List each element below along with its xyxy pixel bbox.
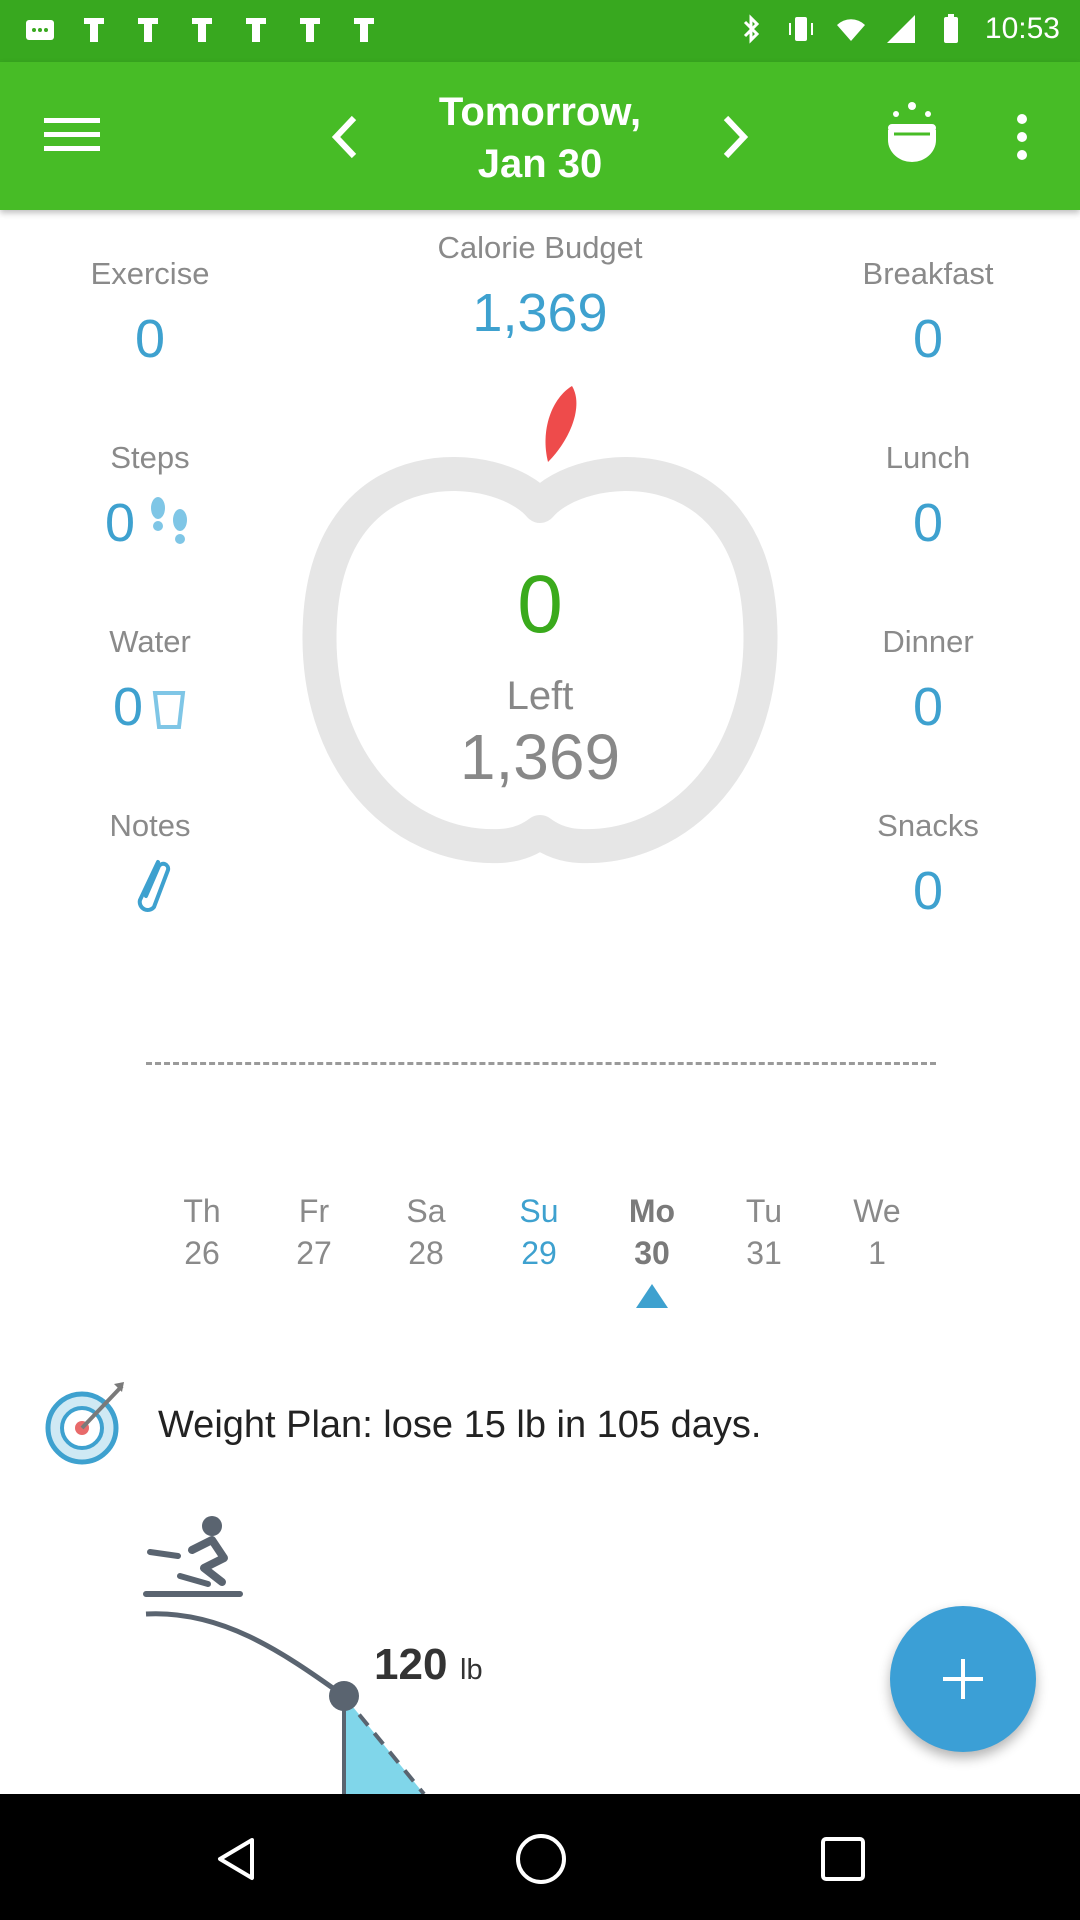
vibrate-icon: [788, 17, 813, 41]
calorie-budget-value: 1,369: [472, 283, 608, 343]
breakfast-label: Breakfast: [862, 256, 994, 291]
day-date: 26: [184, 1235, 220, 1271]
day-date: 27: [296, 1235, 332, 1271]
divider: [146, 1062, 936, 1065]
selected-day-marker-icon: [636, 1284, 668, 1308]
more-vert-icon[interactable]: [1010, 112, 1034, 162]
day-name: Mo: [628, 1193, 676, 1229]
day-name: Fr: [298, 1193, 330, 1229]
day-item-today[interactable]: Su 29: [494, 1190, 584, 1274]
recents-icon[interactable]: [818, 1834, 868, 1884]
wifi-icon: [836, 19, 865, 41]
paperclip-icon: [137, 860, 171, 912]
day-date: 31: [746, 1235, 782, 1271]
steps-value: 0: [104, 493, 136, 553]
breakfast-value: 0: [912, 309, 944, 369]
water-label: Water: [109, 624, 191, 659]
notification-icon: [192, 18, 212, 42]
status-time: 10:53: [984, 12, 1060, 45]
bluetooth-icon: [743, 14, 760, 44]
day-item[interactable]: Fr 27: [269, 1190, 359, 1274]
day-name: Su: [519, 1193, 559, 1229]
day-date: 30: [634, 1235, 670, 1271]
day-name: We: [853, 1193, 901, 1229]
day-date: 1: [868, 1235, 886, 1271]
snacks-label: Snacks: [877, 808, 979, 843]
day-item[interactable]: We 1: [832, 1190, 922, 1274]
water-value: 0: [112, 677, 144, 737]
day-item[interactable]: Th 26: [157, 1190, 247, 1274]
dinner-value: 0: [912, 677, 944, 737]
day-name: Tu: [745, 1193, 783, 1229]
water-glass-icon: [152, 691, 186, 729]
battery-icon: [943, 14, 958, 43]
status-bar: 10:53: [0, 0, 1080, 62]
current-weight-value: 120: [374, 1640, 448, 1689]
left-label: Left: [506, 674, 574, 718]
apple-stem-icon: [545, 386, 577, 462]
notification-icon: [300, 18, 320, 42]
weight-plan-text[interactable]: Weight Plan: lose 15 lb in 105 days.: [158, 1404, 761, 1447]
exercise-label: Exercise: [90, 256, 210, 291]
back-icon[interactable]: [212, 1834, 262, 1884]
target-icon: [45, 1382, 124, 1465]
notification-icon: [246, 18, 266, 42]
plus-icon: [943, 1659, 983, 1699]
calories-left-value: 1,369: [459, 721, 621, 793]
date-title[interactable]: Tomorrow, Jan 30: [360, 86, 720, 190]
current-weight-unit: lb: [460, 1654, 483, 1686]
system-navigation-bar: [0, 1794, 1080, 1920]
day-name: Sa: [406, 1193, 446, 1229]
notification-icon: [354, 18, 374, 42]
lunch-value: 0: [912, 493, 944, 553]
exercise-value: 0: [134, 309, 166, 369]
day-item[interactable]: Sa 28: [381, 1190, 471, 1274]
date-title-line2: Jan 30: [477, 142, 603, 186]
day-name: Th: [183, 1193, 221, 1229]
signal-icon: [886, 15, 915, 43]
menu-icon[interactable]: [44, 112, 100, 158]
add-entry-button[interactable]: [890, 1606, 1036, 1752]
notification-icon: [84, 18, 104, 42]
day-item[interactable]: Tu 31: [719, 1190, 809, 1274]
chevron-right-icon[interactable]: [718, 112, 754, 162]
calories-consumed-value: 0: [517, 559, 563, 650]
lunch-label: Lunch: [885, 440, 971, 475]
app-bar: Tomorrow, Jan 30: [0, 62, 1080, 210]
steps-label: Steps: [110, 440, 190, 475]
snacks-value: 0: [912, 861, 944, 921]
premium-icon[interactable]: [880, 98, 944, 170]
message-icon: [26, 20, 54, 40]
day-item-selected[interactable]: Mo 30: [607, 1190, 697, 1274]
notification-icon: [138, 18, 158, 42]
day-date: 28: [408, 1235, 444, 1271]
calorie-budget-label: Calorie Budget: [437, 230, 643, 265]
home-icon[interactable]: [514, 1832, 568, 1886]
day-date: 29: [521, 1235, 557, 1271]
date-title-line1: Tomorrow,: [438, 90, 642, 134]
chevron-left-icon[interactable]: [326, 112, 362, 162]
footsteps-icon: [151, 497, 187, 544]
skier-icon: [143, 1516, 243, 1597]
dinner-label: Dinner: [882, 624, 974, 659]
notes-label: Notes: [109, 808, 191, 843]
